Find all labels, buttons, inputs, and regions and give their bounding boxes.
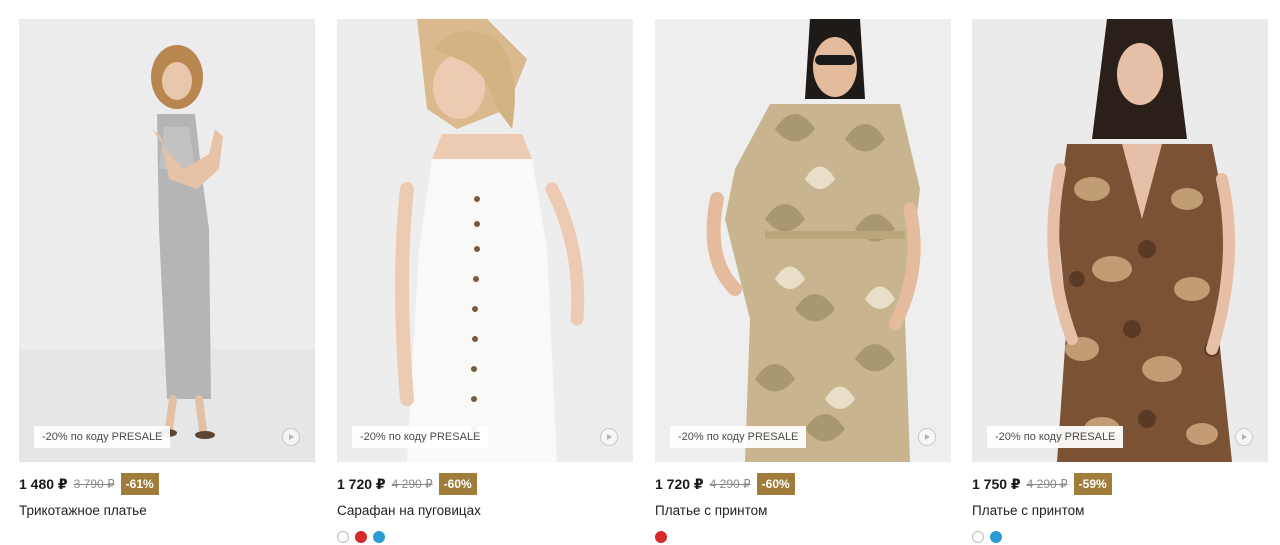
current-price: 1 480 ₽ xyxy=(19,475,68,492)
product-image-knit-dress xyxy=(19,19,315,462)
color-swatches xyxy=(337,531,385,545)
play-icon xyxy=(607,434,612,440)
price-row: 1 720 ₽ 4 290 ₽ -60% xyxy=(655,473,795,495)
promo-code-label: -20% по коду PRESALE xyxy=(352,426,489,448)
color-swatch[interactable] xyxy=(373,531,385,543)
play-icon xyxy=(925,434,930,440)
product-name[interactable]: Платье с принтом xyxy=(972,503,1084,518)
product-grid: -20% по коду PRESALE 1 480 ₽ 3 790 ₽ -61… xyxy=(19,19,1269,543)
play-video-button[interactable] xyxy=(282,428,300,446)
product-card[interactable]: -20% по коду PRESALE 1 720 ₽ 4 290 ₽ -60… xyxy=(337,19,633,543)
play-video-button[interactable] xyxy=(600,428,618,446)
product-photo[interactable]: -20% по коду PRESALE xyxy=(337,19,633,462)
price-row: 1 480 ₽ 3 790 ₽ -61% xyxy=(19,473,159,495)
color-swatch[interactable] xyxy=(990,531,1002,543)
current-price: 1 720 ₽ xyxy=(655,475,704,492)
product-card[interactable]: -20% по коду PRESALE 1 720 ₽ 4 290 ₽ -60… xyxy=(655,19,951,543)
product-image-button-sundress xyxy=(337,19,633,462)
promo-code-label: -20% по коду PRESALE xyxy=(670,426,807,448)
promo-code-label: -20% по коду PRESALE xyxy=(987,426,1124,448)
color-swatch[interactable] xyxy=(337,531,349,543)
color-swatches xyxy=(972,531,1002,545)
current-price: 1 750 ₽ xyxy=(972,475,1021,492)
play-icon xyxy=(289,434,294,440)
price-row: 1 720 ₽ 4 290 ₽ -60% xyxy=(337,473,477,495)
product-card[interactable]: -20% по коду PRESALE 1 480 ₽ 3 790 ₽ -61… xyxy=(19,19,315,539)
product-name[interactable]: Трикотажное платье xyxy=(19,503,147,518)
discount-badge: -61% xyxy=(120,473,159,495)
promo-code-label: -20% по коду PRESALE xyxy=(34,426,171,448)
play-video-button[interactable] xyxy=(918,428,936,446)
product-name[interactable]: Платье с принтом xyxy=(655,503,767,518)
discount-badge: -60% xyxy=(438,473,477,495)
old-price: 3 790 ₽ xyxy=(73,477,115,491)
color-swatch[interactable] xyxy=(655,531,667,543)
current-price: 1 720 ₽ xyxy=(337,475,386,492)
play-icon xyxy=(1242,434,1247,440)
product-card[interactable]: -20% по коду PRESALE 1 750 ₽ 4 290 ₽ -59… xyxy=(972,19,1268,543)
color-swatches xyxy=(655,531,667,545)
price-row: 1 750 ₽ 4 290 ₽ -59% xyxy=(972,473,1112,495)
color-swatch[interactable] xyxy=(355,531,367,543)
discount-badge: -60% xyxy=(756,473,795,495)
discount-badge: -59% xyxy=(1073,473,1112,495)
product-name[interactable]: Сарафан на пуговицах xyxy=(337,503,481,518)
old-price: 4 290 ₽ xyxy=(391,477,433,491)
old-price: 4 290 ₽ xyxy=(1026,477,1068,491)
play-video-button[interactable] xyxy=(1235,428,1253,446)
product-image-paisley-dress xyxy=(972,19,1268,462)
product-image-printed-shirt-dress xyxy=(655,19,951,462)
color-swatch[interactable] xyxy=(972,531,984,543)
product-photo[interactable]: -20% по коду PRESALE xyxy=(972,19,1268,462)
product-photo[interactable]: -20% по коду PRESALE xyxy=(19,19,315,462)
product-photo[interactable]: -20% по коду PRESALE xyxy=(655,19,951,462)
old-price: 4 290 ₽ xyxy=(709,477,751,491)
